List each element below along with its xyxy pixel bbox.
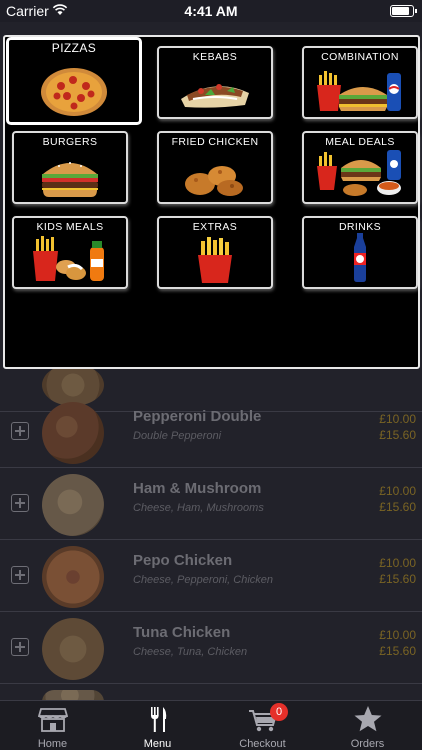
cart-count-badge: 0 xyxy=(270,703,288,721)
battery-icon xyxy=(390,5,417,17)
item-description: Double Pepperoni xyxy=(133,430,222,442)
category-label: KIDS MEALS xyxy=(36,221,104,233)
kids-meal-icon xyxy=(33,236,104,281)
fork-knife-icon xyxy=(150,707,166,732)
add-item-icon[interactable] xyxy=(11,422,29,440)
category-tile-burgers[interactable]: BURGERS xyxy=(12,131,128,204)
category-label: DRINKS xyxy=(338,221,382,233)
tab-home[interactable]: Home xyxy=(0,701,105,750)
category-label: COMBINATION xyxy=(321,51,399,63)
tab-checkout[interactable]: 0 Checkout xyxy=(210,701,315,750)
tab-label: Orders xyxy=(350,738,385,750)
item-description: Cheese, Ham, Mushrooms xyxy=(133,502,264,514)
item-price: £15.60 xyxy=(379,572,416,586)
menu-item-row[interactable] xyxy=(0,684,422,702)
category-label: BURGERS xyxy=(42,136,98,148)
category-tile-kebabs[interactable]: KEBABS xyxy=(157,46,273,119)
category-tile-kids-meals[interactable]: KIDS MEALS xyxy=(12,216,128,289)
add-item-icon[interactable] xyxy=(11,566,29,584)
tab-bar: Home Menu 0 Checkout Orders xyxy=(0,700,422,750)
category-label: KEBABS xyxy=(192,51,238,63)
battery-level xyxy=(392,7,410,15)
item-price: £15.60 xyxy=(379,644,416,658)
burger-icon xyxy=(42,162,98,197)
category-panel: PIZZAS KEBABS COMBINATION BURGERS FRIED … xyxy=(3,35,420,369)
category-tile-meal-deals[interactable]: MEAL DEALS xyxy=(302,131,418,204)
tab-orders[interactable]: Orders xyxy=(315,701,420,750)
drink-bottle-icon xyxy=(354,233,366,282)
item-price: £15.60 xyxy=(379,500,416,514)
item-name: Tuna Chicken xyxy=(133,624,231,641)
item-price: £10.00 xyxy=(379,412,416,426)
menu-item-row[interactable]: Tuna Chicken Cheese, Tuna, Chicken £10.0… xyxy=(0,612,422,684)
item-name: Ham & Mushroom xyxy=(133,480,262,497)
category-label: FRIED CHICKEN xyxy=(171,136,259,148)
pizza-thumbnail xyxy=(42,546,104,608)
menu-item-row[interactable]: Pepperoni Double Double Pepperoni £10.00… xyxy=(0,396,422,468)
pizza-icon xyxy=(41,68,107,116)
add-item-icon[interactable] xyxy=(11,494,29,512)
category-tile-pizzas[interactable]: PIZZAS xyxy=(7,38,141,124)
category-tile-drinks[interactable]: DRINKS xyxy=(302,216,418,289)
item-price: £10.00 xyxy=(379,556,416,570)
clock: 4:41 AM xyxy=(184,3,238,19)
status-bar: Carrier 4:41 AM xyxy=(0,0,422,22)
item-price: £10.00 xyxy=(379,484,416,498)
kebab-icon xyxy=(181,84,249,108)
category-label: EXTRAS xyxy=(192,221,238,233)
combo-meal-icon xyxy=(317,71,401,111)
item-description: Cheese, Pepperoni, Chicken xyxy=(133,574,274,586)
item-price: £10.00 xyxy=(379,628,416,642)
fries-icon xyxy=(198,237,232,283)
menu-item-row[interactable]: Pepo Chicken Cheese, Pepperoni, Chicken … xyxy=(0,540,422,612)
meal-deal-icon xyxy=(317,150,401,196)
pizza-thumbnail xyxy=(42,402,104,464)
fried-chicken-icon xyxy=(185,166,243,196)
tab-label: Checkout xyxy=(239,738,286,750)
store-icon xyxy=(37,708,68,732)
item-name: Pepo Chicken xyxy=(133,552,233,569)
star-icon xyxy=(354,706,381,732)
item-price: £15.60 xyxy=(379,428,416,442)
tab-label: Home xyxy=(37,738,68,750)
item-description: Cheese, Tuna, Chicken xyxy=(133,646,248,658)
pizza-thumbnail xyxy=(42,618,104,680)
tab-menu[interactable]: Menu xyxy=(105,701,210,750)
category-tile-combination[interactable]: COMBINATION xyxy=(302,46,418,119)
tab-label: Menu xyxy=(143,738,172,750)
category-tile-fried-chicken[interactable]: FRIED CHICKEN xyxy=(157,131,273,204)
category-tile-extras[interactable]: EXTRAS xyxy=(157,216,273,289)
pizza-thumbnail xyxy=(42,474,104,536)
category-label: PIZZAS xyxy=(51,41,97,55)
item-name: Pepperoni Double xyxy=(133,408,262,425)
menu-item-row[interactable]: Ham & Mushroom Cheese, Ham, Mushrooms £1… xyxy=(0,468,422,540)
add-item-icon[interactable] xyxy=(11,638,29,656)
